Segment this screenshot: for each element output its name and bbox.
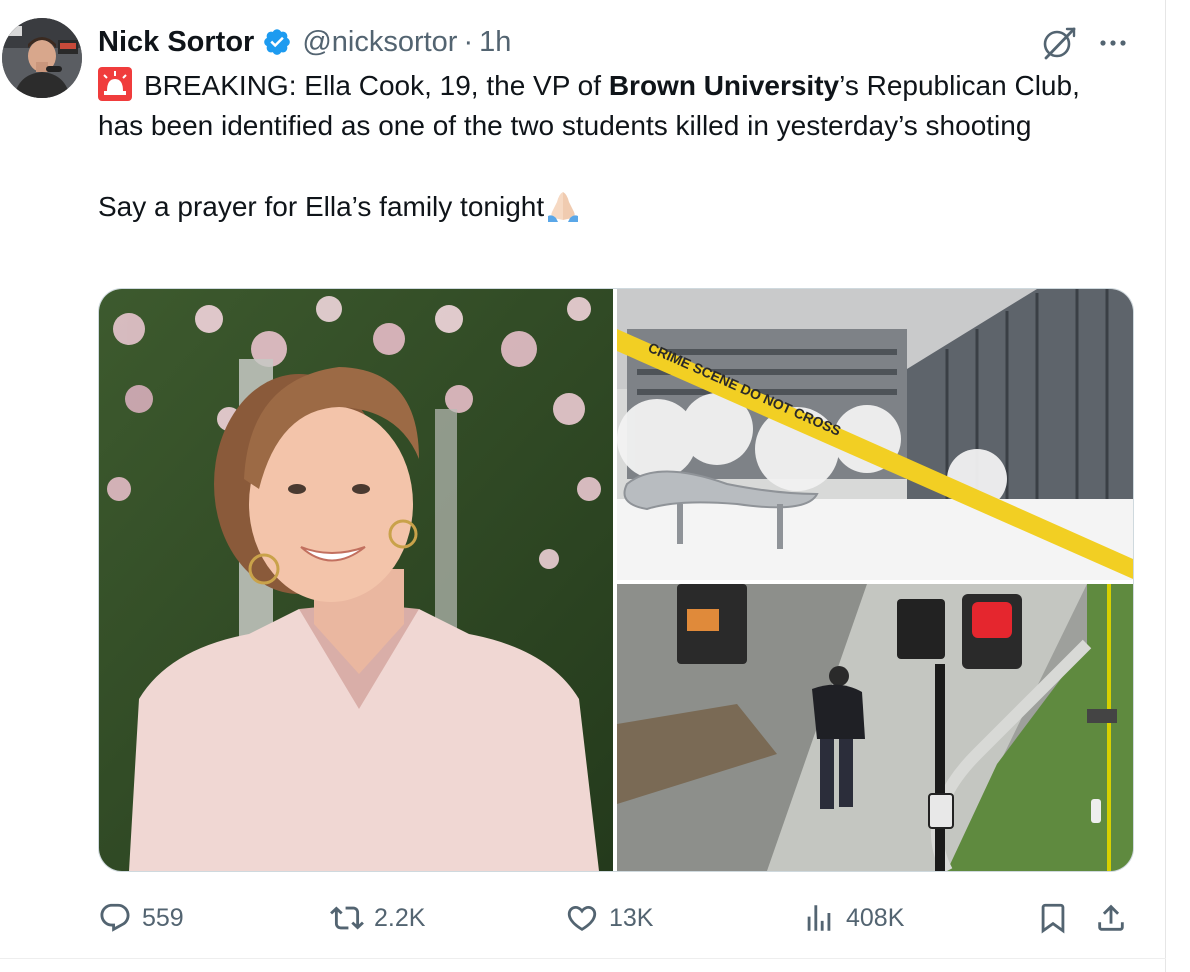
bookmark-button[interactable] xyxy=(1036,892,1070,944)
reply-icon xyxy=(100,903,130,932)
grok-icon[interactable] xyxy=(1040,24,1078,62)
media-grid[interactable]: CRIME SCENE DO NOT CROSS xyxy=(98,288,1134,872)
tweet-divider xyxy=(0,958,1166,959)
folded-hands-icon xyxy=(544,186,582,224)
reply-button[interactable]: 559 xyxy=(98,892,184,944)
share-icon xyxy=(1098,904,1124,931)
display-name[interactable]: Nick Sortor xyxy=(98,26,254,59)
repost-count: 2.2K xyxy=(374,903,426,932)
campus-crime-scene-photo[interactable]: CRIME SCENE DO NOT CROSS xyxy=(617,289,1133,580)
handle[interactable]: @nicksortor xyxy=(302,26,457,59)
views-count: 408K xyxy=(846,903,905,932)
tweet-header: Nick Sortor @nicksortor · 1h xyxy=(98,22,511,62)
siren-icon xyxy=(98,67,132,101)
tweet-paragraph-2: Say a prayer for Ella’s family tonight xyxy=(98,186,1128,227)
heart-icon xyxy=(567,905,597,931)
timestamp[interactable]: 1h xyxy=(479,26,511,59)
tweet-text-line2: Say a prayer for Ella’s family tonight xyxy=(98,191,545,222)
repost-icon xyxy=(330,906,364,930)
like-count: 13K xyxy=(609,903,654,932)
repost-button[interactable]: 2.2K xyxy=(330,892,425,944)
more-options-icon[interactable] xyxy=(1098,28,1128,58)
verified-badge-icon[interactable] xyxy=(262,27,292,57)
avatar[interactable] xyxy=(2,18,82,98)
column-border xyxy=(1165,0,1166,972)
surveillance-footage-photo[interactable] xyxy=(617,584,1133,871)
share-button[interactable] xyxy=(1094,892,1128,944)
views-button[interactable]: 408K xyxy=(802,892,904,944)
tweet-actions: 559 2.2K 13K 408K xyxy=(98,892,1138,944)
avatar-image xyxy=(2,18,82,98)
tweet-paragraph-1: BREAKING: Ella Cook, 19, the VP of Brown… xyxy=(98,66,1128,146)
reply-count: 559 xyxy=(142,903,184,932)
tweet-page: Nick Sortor @nicksortor · 1h BREAKING: E… xyxy=(0,0,1190,972)
tweet-text-prefix: BREAKING: Ella Cook, 19, the VP of xyxy=(144,70,609,101)
tweet-text-bold: Brown University xyxy=(608,70,840,101)
separator-dot: · xyxy=(463,25,474,58)
bookmark-icon xyxy=(1041,903,1065,934)
views-icon xyxy=(807,905,831,931)
tweet-text: BREAKING: Ella Cook, 19, the VP of Brown… xyxy=(98,66,1128,227)
like-button[interactable]: 13K xyxy=(565,892,653,944)
portrait-photo[interactable] xyxy=(99,289,613,871)
